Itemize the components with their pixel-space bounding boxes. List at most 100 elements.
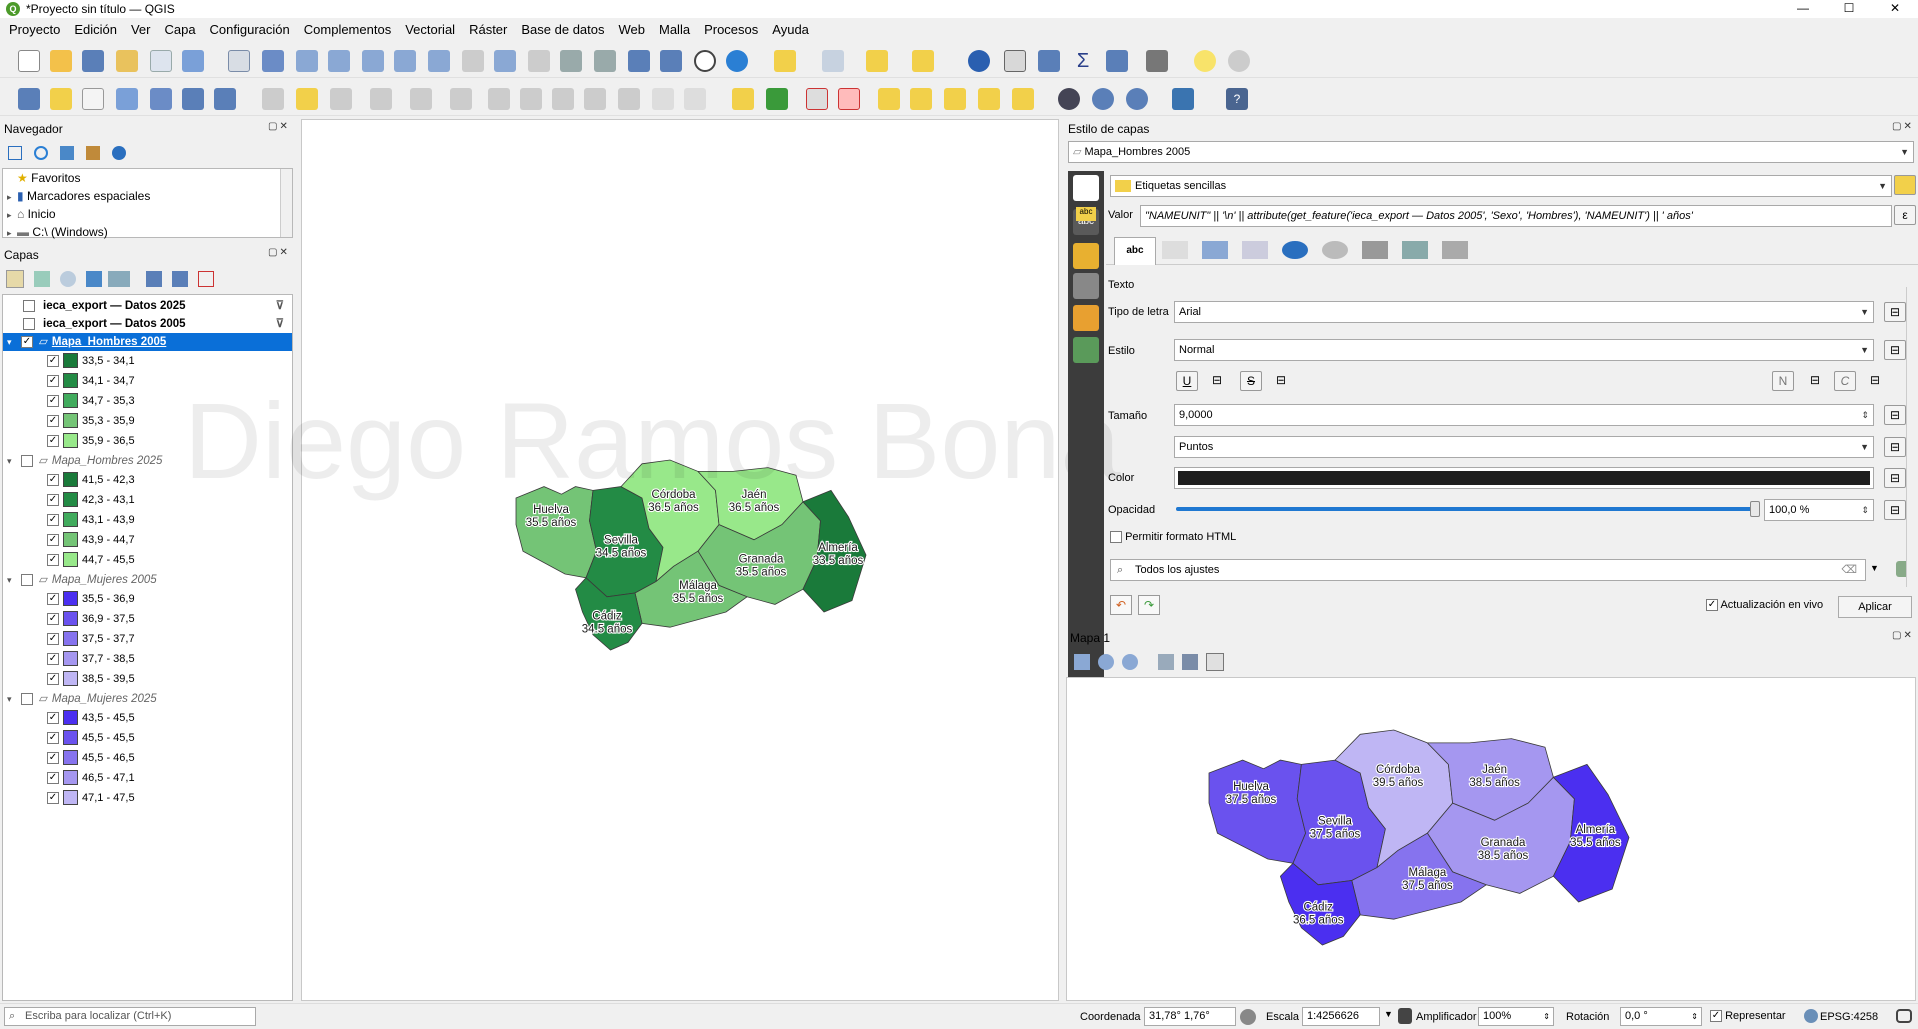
nav-item-marcadores[interactable]: ▸ ▮ Marcadores espaciales — [3, 187, 292, 205]
nav-item-inicio[interactable]: ▸ ⌂ Inicio — [3, 205, 292, 223]
close-button[interactable]: ✕ — [1872, 0, 1918, 18]
menu-ayuda[interactable]: Ayuda — [763, 20, 814, 40]
legend-class-item[interactable]: ✓ 45,5 - 45,5 — [47, 729, 135, 747]
label-tool-icon[interactable] — [732, 88, 754, 110]
highlight-labels-icon[interactable] — [806, 88, 828, 110]
zoom-out-icon[interactable] — [328, 50, 350, 72]
delete-selected-icon[interactable] — [520, 88, 542, 110]
legend-class-item[interactable]: ✓ 42,3 - 43,1 — [47, 491, 135, 509]
legend-class-item[interactable]: ✓ 38,5 - 39,5 — [47, 670, 135, 688]
class-visibility-checkbox[interactable]: ✓ — [47, 592, 59, 605]
legend-class-item[interactable]: ✓ 41,5 - 42,3 — [47, 471, 135, 489]
move-label-icon[interactable] — [944, 88, 966, 110]
province-huelva[interactable] — [1208, 759, 1307, 864]
layer-visibility-checkbox[interactable] — [21, 573, 33, 586]
zoom-native-icon[interactable] — [462, 50, 484, 72]
open-styling-icon[interactable] — [6, 270, 24, 288]
layer-visibility-checkbox[interactable] — [21, 454, 33, 467]
expand-all-icon[interactable] — [146, 271, 162, 287]
layer-group-row[interactable]: ▾ ▱ Mapa_Mujeres 2005 — [3, 571, 292, 589]
styling-dock-buttons-icon[interactable]: ▢✕ — [1892, 121, 1914, 132]
rotate-label-icon[interactable] — [978, 88, 1000, 110]
new-3d-view-icon[interactable] — [594, 50, 616, 72]
toolbox-icon[interactable] — [1038, 50, 1060, 72]
class-visibility-checkbox[interactable]: ✓ — [47, 533, 59, 546]
layer-group-row[interactable]: ▾ ▱ Mapa_Hombres 2025 — [3, 452, 292, 470]
scale-field[interactable]: 1:4256626 — [1302, 1007, 1380, 1026]
expand-arrow-icon[interactable]: ▸ — [7, 206, 17, 224]
data-defined-opacity-icon[interactable]: ⊟ — [1884, 500, 1906, 520]
style-select[interactable]: Normal ▼ — [1174, 339, 1874, 361]
filter-icon[interactable] — [60, 146, 74, 160]
data-source-manager-icon[interactable] — [18, 88, 40, 110]
class-visibility-checkbox[interactable]: ✓ — [47, 751, 59, 764]
tab-text[interactable]: abc — [1114, 237, 1156, 265]
class-visibility-checkbox[interactable]: ✓ — [47, 771, 59, 784]
layer-visibility-checkbox[interactable]: ✓ — [21, 335, 33, 348]
pan-to-selection-icon[interactable] — [262, 50, 284, 72]
apply-button[interactable]: Aplicar — [1838, 596, 1912, 618]
label-expression-icon[interactable] — [1894, 175, 1916, 195]
data-defined-c-icon[interactable]: ⊟ — [1864, 371, 1886, 391]
open-field-calculator-icon[interactable] — [1106, 50, 1128, 72]
select-by-value-icon[interactable] — [822, 50, 844, 72]
data-defined-font-icon[interactable]: ⊟ — [1884, 302, 1906, 322]
map1-dock-buttons-icon[interactable]: ▢✕ — [1892, 630, 1914, 641]
maximize-button[interactable]: ☐ — [1826, 0, 1872, 18]
show-hide-label-icon[interactable] — [910, 88, 932, 110]
filter-expression-icon[interactable] — [108, 271, 130, 287]
add-group-icon[interactable] — [34, 271, 50, 287]
unit-select[interactable]: Puntos ▼ — [1174, 436, 1874, 458]
new-shapefile-icon[interactable] — [82, 88, 104, 110]
opacity-spinbox[interactable]: 100,0 % ⇕ — [1764, 499, 1874, 521]
tab-buffer-icon[interactable] — [1202, 241, 1228, 259]
save-edits-icon[interactable] — [330, 88, 352, 110]
expand-arrow-icon[interactable]: ▸ — [7, 224, 17, 242]
render-checkbox[interactable]: ✓ Representar — [1710, 1010, 1786, 1023]
help-icon[interactable]: ? — [1226, 88, 1248, 110]
table-layer-2025[interactable]: ieca_export — Datos 2025 ⊽ — [23, 297, 288, 315]
new-virtual-layer-icon[interactable] — [182, 88, 204, 110]
select-location-icon[interactable] — [912, 50, 934, 72]
statistics-sigma-icon[interactable]: Σ — [1072, 50, 1094, 72]
python-console-icon[interactable] — [1172, 88, 1194, 110]
layer-group-row[interactable]: ▾ ▱ Mapa_Mujeres 2025 — [3, 690, 292, 708]
zoom-selection-icon[interactable] — [394, 50, 416, 72]
zoom-full-icon[interactable] — [362, 50, 384, 72]
digitize-icon[interactable] — [370, 88, 392, 110]
filter-icon[interactable]: ⊽ — [276, 297, 284, 315]
tab-background-icon[interactable] — [1242, 241, 1268, 259]
new-project-icon[interactable] — [18, 50, 40, 72]
current-edits-icon[interactable] — [262, 88, 284, 110]
table-layer-2005[interactable]: ieca_export — Datos 2005 ⊽ — [23, 315, 288, 333]
labels-tab-icon[interactable] — [1073, 175, 1099, 201]
settings-search[interactable]: ⌕ Todos los ajustes ⌫ — [1110, 559, 1866, 581]
class-visibility-checkbox[interactable]: ✓ — [47, 473, 59, 486]
underline-button[interactable]: U — [1176, 371, 1198, 391]
manage-themes-icon[interactable] — [60, 271, 76, 287]
class-visibility-checkbox[interactable]: ✓ — [47, 374, 59, 387]
spin-arrows-icon[interactable]: ⇕ — [1861, 500, 1869, 520]
font-select[interactable]: Arial ▼ — [1174, 301, 1874, 323]
new-bookmark-icon[interactable] — [628, 50, 650, 72]
style-manager-icon[interactable] — [182, 50, 204, 72]
minimize-button[interactable]: — — [1780, 0, 1826, 18]
data-defined-color-icon[interactable]: ⊟ — [1884, 468, 1906, 488]
kerning-n-button[interactable]: N — [1772, 371, 1794, 391]
styling-scrollbar[interactable] — [1906, 287, 1916, 587]
measure-icon[interactable] — [1146, 50, 1168, 72]
collapse-all-icon[interactable] — [86, 146, 100, 160]
data-defined-n-icon[interactable]: ⊟ — [1804, 371, 1826, 391]
filter-legend-icon[interactable] — [86, 271, 102, 287]
legend-class-item[interactable]: ✓ 34,1 - 34,7 — [47, 372, 135, 390]
navigator-scrollbar[interactable] — [280, 169, 292, 237]
renderer-select[interactable]: Etiquetas sencillas ▼ — [1110, 175, 1892, 197]
zoom-next-icon[interactable] — [528, 50, 550, 72]
map-tips-icon[interactable] — [1194, 50, 1216, 72]
layout-manager-icon[interactable] — [150, 50, 172, 72]
info-icon[interactable] — [112, 146, 126, 160]
live-update-checkbox[interactable]: ✓ Actualización en vivo — [1706, 599, 1823, 612]
expand-arrow-icon[interactable]: ▾ — [7, 571, 17, 589]
redo-icon[interactable]: ↷ — [1138, 595, 1160, 615]
tab-shadow-icon[interactable] — [1282, 241, 1308, 259]
